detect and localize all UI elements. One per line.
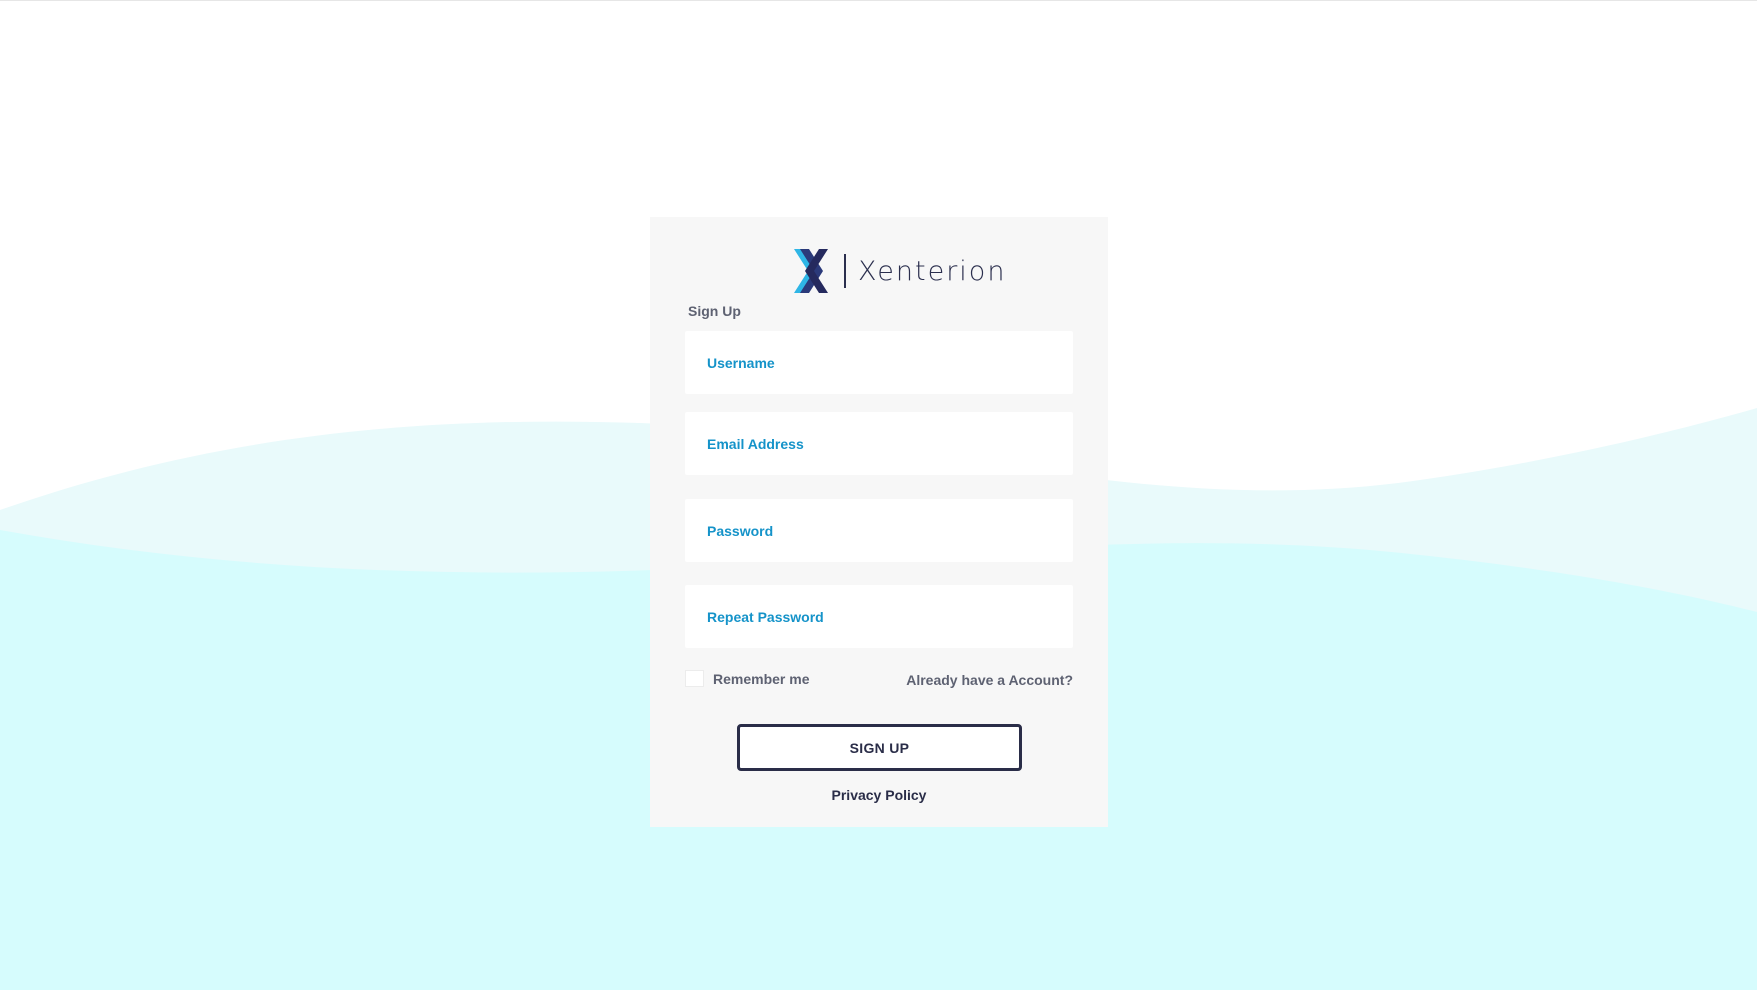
remember-me-option[interactable]: Remember me [685, 670, 810, 687]
signup-page: Xenterion Sign Up Username Email Address… [0, 0, 1757, 990]
brand-logo: Xenterion [788, 247, 1006, 295]
privacy-policy-link: Privacy Policy [650, 787, 1108, 803]
username-placeholder: Username [707, 354, 775, 371]
signup-card: Xenterion Sign Up Username Email Address… [650, 217, 1108, 827]
sign-up-button[interactable]: SIGN UP [737, 724, 1022, 771]
remember-me-checkbox[interactable] [685, 670, 704, 687]
email-placeholder: Email Address [707, 435, 804, 452]
brand-name: Xenterion [858, 255, 1007, 287]
password-field[interactable]: Password [685, 499, 1073, 562]
username-field[interactable]: Username [685, 331, 1073, 394]
privacy-policy-label[interactable]: Privacy Policy [832, 787, 927, 803]
email-field[interactable]: Email Address [685, 412, 1073, 475]
repeat-password-placeholder: Repeat Password [707, 608, 824, 625]
xenterion-x-logo-icon [794, 249, 828, 293]
repeat-password-field[interactable]: Repeat Password [685, 585, 1073, 648]
logo-divider [844, 254, 846, 288]
already-have-account-link[interactable]: Already have a Account? [906, 672, 1073, 688]
remember-me-label: Remember me [713, 670, 810, 687]
password-placeholder: Password [707, 522, 774, 539]
form-title: Sign Up [688, 303, 741, 319]
